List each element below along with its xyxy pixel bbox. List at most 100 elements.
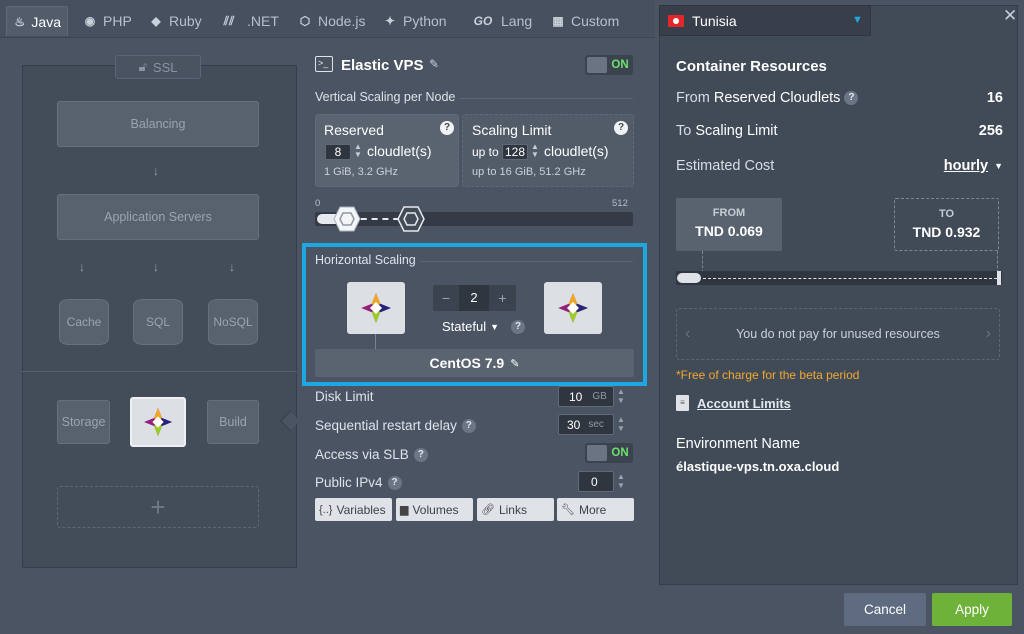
horizontal-scaling-label: Horizontal Scaling [315,253,416,267]
to-connector [997,251,998,273]
arrow-down-icon: ↓ [153,260,159,274]
tab-python[interactable]: ✦ Python [376,6,453,36]
account-limits-link[interactable]: ≡ Account Limits [676,395,791,411]
node-count-stepper[interactable]: − 2 + [433,285,516,311]
estimated-cost-row: Estimated Cost hourly ▼ [676,158,1003,174]
cache-node[interactable]: Cache [59,299,109,345]
app-servers-node[interactable]: Application Servers [57,194,259,240]
replica-node-icon[interactable] [544,282,602,334]
nodejs-icon: ⬡ [299,14,311,28]
disk-limit-input[interactable]: 10 GB [558,386,614,407]
os-version-button[interactable]: CentOS 7.9 ✎ [315,349,634,377]
spinner-icon[interactable]: ▲ ▼ [354,143,362,159]
scaling-mode-dropdown[interactable]: Stateful ▼ [442,319,499,334]
slider-min: 0 [315,198,321,209]
reserved-cloudlets-row: From Reserved Cloudlets ? 16 [676,90,1003,106]
caret-down-icon: ▼ [852,14,863,26]
disk-limit-label: Disk Limit [315,389,374,404]
close-icon[interactable]: ✕ [1003,6,1017,26]
restart-delay-row: Sequential restart delay? [315,418,476,433]
slb-toggle[interactable]: ON [585,443,633,463]
apply-button[interactable]: Apply [932,593,1012,626]
scaling-limit-unit: cloudlet(s) [544,143,609,159]
centos-icon [144,408,172,436]
caret-down-icon: ▼ [994,161,1003,171]
reserved-unit: cloudlet(s) [367,143,432,159]
more-button[interactable]: 🔧︎ More [557,498,634,521]
centos-node-selected[interactable] [130,397,186,447]
add-node-button[interactable]: + [57,486,259,528]
node-power-toggle[interactable]: ON [585,55,633,75]
storage-node[interactable]: Storage [57,400,110,444]
terminal-icon: >_ [315,56,333,72]
links-button[interactable]: 🔗︎ Links [477,498,554,521]
decrement-button[interactable]: − [433,290,459,306]
chevron-left-icon[interactable]: ‹ [685,325,690,343]
help-icon[interactable]: ? [614,121,628,135]
spinner-icon[interactable]: ▲ ▼ [531,143,539,159]
cancel-button[interactable]: Cancel [844,593,926,626]
reserved-slider-handle[interactable] [333,206,361,232]
scaling-limit-prefix: up to [472,145,499,159]
arrow-down-icon: ↓ [229,260,235,274]
unused-resources-carousel: ‹ You do not pay for unused resources › [676,308,1000,360]
slb-row: Access via SLB? [315,447,428,462]
help-icon[interactable]: ? [844,91,859,106]
volumes-button[interactable]: ▆ Volumes [396,498,473,521]
scaling-limit-info: up to 16 GiB, 51.2 GHz [472,166,586,178]
region-dropdown[interactable]: Tunisia ▼ [659,5,871,36]
tab-go[interactable]: GO Lang [464,6,538,36]
python-icon: ✦ [384,14,396,28]
tab-php[interactable]: ◉ PHP [76,6,138,36]
spinner-icon[interactable]: ▲ ▼ [617,472,625,490]
topology-divider [22,371,297,372]
nosql-node[interactable]: NoSQL [208,299,258,345]
go-icon: GO [473,14,493,28]
flag-icon [668,14,684,27]
cost-period-dropdown[interactable]: hourly ▼ [944,158,1003,174]
balancing-node[interactable]: Balancing [57,101,259,147]
tab-nodejs[interactable]: ⬡ Node.js [291,6,371,36]
master-node-icon[interactable] [347,282,405,334]
spinner-icon[interactable]: ▲ ▼ [617,415,625,433]
vertical-scaling-label: Vertical Scaling per Node [315,90,456,104]
spinner-icon[interactable]: ▲ ▼ [617,387,625,405]
help-icon[interactable]: ? [440,121,454,135]
variables-button[interactable]: {..} Variables [315,498,392,521]
caret-down-icon: ▼ [490,321,500,332]
container-resources-title: Container Resources [676,58,827,75]
ssl-toggle[interactable]: 🔓︎ SSL [115,55,201,79]
help-icon[interactable]: ? [461,418,476,433]
build-node[interactable]: Build [207,400,259,444]
scaling-limit-slider-handle[interactable] [397,206,425,232]
centos-icon [361,293,391,323]
environment-name-label: Environment Name [676,436,801,452]
slider-max: 512 [612,198,628,209]
lock-icon: 🔓︎ [138,59,147,74]
cost-range-end [997,271,1001,285]
ipv4-input[interactable]: 0 [578,471,614,492]
java-icon: ♨ [14,14,26,29]
node-title: Elastic VPS [341,57,424,74]
help-icon[interactable]: ? [413,447,428,462]
help-icon[interactable]: ? [511,320,525,334]
sql-node[interactable]: SQL [133,299,183,345]
chevron-right-icon[interactable]: › [986,325,991,343]
node-count-value[interactable]: 2 [459,285,489,311]
to-cost-box: TO TND 0.932 [894,198,999,251]
folder-icon: ▆ [400,504,409,516]
scaling-limit-input[interactable]: 128 [502,144,528,160]
tab-java[interactable]: ♨ Java [6,6,68,36]
centos-icon [558,293,588,323]
reserved-cloudlets-input[interactable]: 8 [325,144,351,160]
tab-dotnet[interactable]: ⫽⫽ .NET [210,6,285,36]
help-icon[interactable]: ? [387,475,402,490]
tab-ruby[interactable]: ◆ Ruby [142,6,208,36]
tab-custom[interactable]: ▦ Custom [544,6,625,36]
from-cost-box: FROM TND 0.069 [676,198,782,251]
edit-name-icon[interactable]: ✎ [429,57,439,71]
restart-delay-input[interactable]: 30 sec [558,414,614,435]
braces-icon: {..} [319,503,333,516]
increment-button[interactable]: + [489,290,516,306]
divider [420,261,633,262]
